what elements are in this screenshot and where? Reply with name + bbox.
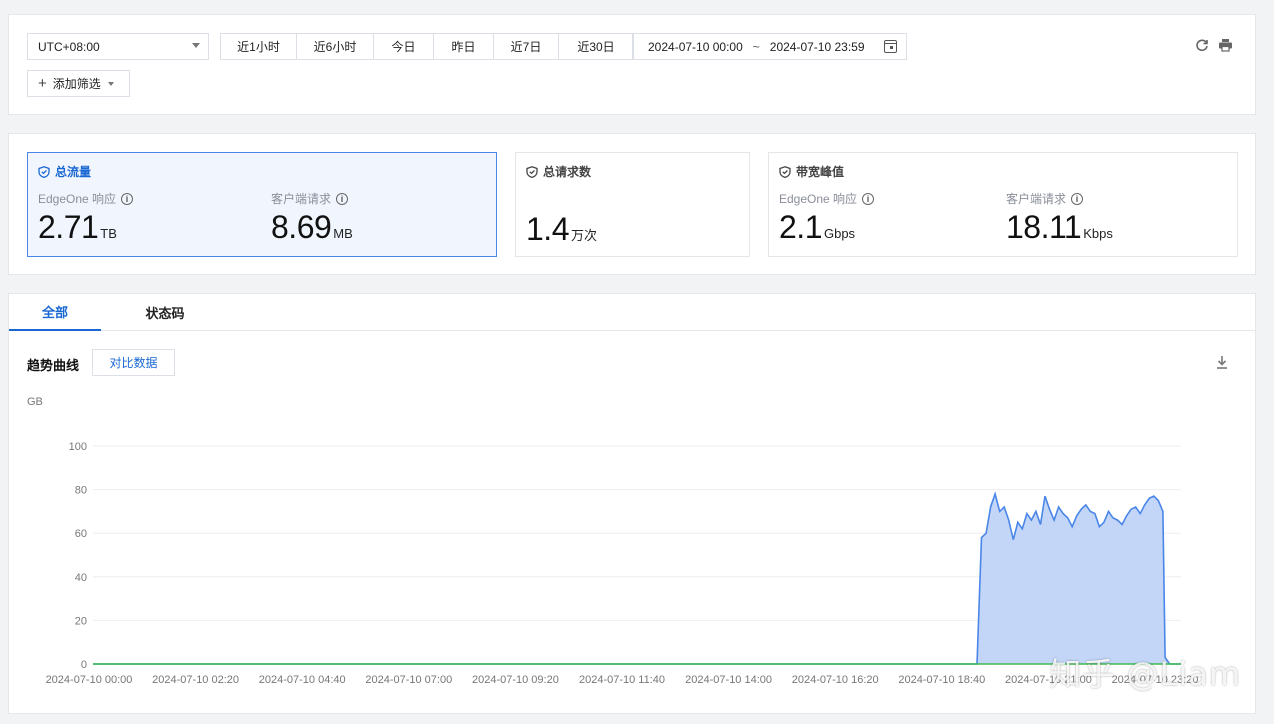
metric-edgeone-response: EdgeOne 响应 i 2.71 TB bbox=[38, 190, 134, 246]
metric-label: 客户端请求 bbox=[271, 192, 332, 206]
x-tick-label: 2024-07-10 07:00 bbox=[365, 674, 452, 686]
metric-card-total-requests[interactable]: 总请求数 1.4 万次 bbox=[515, 152, 750, 257]
metric-client-request: 客户端请求 i 8.69 MB bbox=[271, 190, 353, 246]
timezone-value: UTC+08:00 bbox=[38, 39, 100, 54]
tab-all[interactable]: 全部 bbox=[9, 294, 101, 331]
card-title: 带宽峰值 bbox=[779, 163, 844, 180]
info-icon[interactable]: i bbox=[121, 192, 134, 205]
range-button-30d[interactable]: 近30日 bbox=[559, 34, 633, 59]
y-tick-label: 0 bbox=[81, 659, 87, 671]
metric-value: 18.11 bbox=[1006, 209, 1082, 245]
metric-edgeone-response: EdgeOne 响应 i 2.1 Gbps bbox=[779, 190, 875, 246]
print-icon[interactable] bbox=[1217, 37, 1233, 53]
range-button-6h[interactable]: 近6小时 bbox=[297, 34, 374, 59]
range-button-7d[interactable]: 近7日 bbox=[494, 34, 559, 59]
time-range-group: 近1小时 近6小时 今日 昨日 近7日 近30日 bbox=[220, 33, 634, 60]
series-area-edgeone bbox=[93, 494, 1181, 664]
plus-icon: + bbox=[38, 75, 47, 92]
info-icon[interactable]: i bbox=[336, 192, 349, 205]
x-tick-label: 2024-07-10 16:20 bbox=[792, 674, 879, 686]
metric-card-total-traffic[interactable]: 总流量 EdgeOne 响应 i 2.71 TB 客户端请求 i 8.69 MB bbox=[27, 152, 497, 257]
metric-unit: Kbps bbox=[1083, 226, 1113, 241]
y-tick-label: 40 bbox=[75, 572, 87, 584]
timezone-select[interactable]: UTC+08:00 bbox=[27, 33, 209, 60]
y-tick-label: 20 bbox=[75, 615, 87, 627]
info-icon[interactable]: i bbox=[862, 192, 875, 205]
date-start: 2024-07-10 00:00 bbox=[648, 39, 743, 54]
metric-label: 客户端请求 bbox=[1006, 192, 1067, 206]
trend-title: 趋势曲线 bbox=[27, 358, 80, 373]
y-axis-label: GB bbox=[27, 396, 43, 408]
metric-unit: MB bbox=[333, 226, 353, 241]
card-title-text: 总流量 bbox=[55, 165, 92, 179]
compare-data-button[interactable]: 对比数据 bbox=[92, 349, 175, 376]
y-tick-label: 100 bbox=[69, 441, 87, 453]
metric-total-requests: 1.4 万次 bbox=[526, 209, 597, 248]
card-title: 总流量 bbox=[38, 163, 91, 180]
x-tick-label: 2024-07-10 02:20 bbox=[152, 674, 239, 686]
card-title-text: 总请求数 bbox=[543, 165, 592, 179]
shield-icon bbox=[526, 165, 538, 178]
metric-unit: TB bbox=[100, 226, 117, 241]
metric-unit: 万次 bbox=[570, 228, 597, 243]
x-tick-label: 2024-07-10 00:00 bbox=[46, 674, 133, 686]
watermark: 知乎 @Liam bbox=[1049, 655, 1241, 693]
metric-card-peak-bandwidth[interactable]: 带宽峰值 EdgeOne 响应 i 2.1 Gbps 客户端请求 i 18.11 Kbp… bbox=[768, 152, 1238, 257]
refresh-icon[interactable] bbox=[1194, 37, 1210, 53]
chevron-down-icon bbox=[192, 43, 200, 48]
range-button-today[interactable]: 今日 bbox=[374, 34, 434, 59]
metric-value: 2.71 bbox=[38, 209, 99, 245]
x-tick-label: 2024-07-10 11:40 bbox=[579, 674, 665, 686]
x-tick-label: 2024-07-10 14:00 bbox=[685, 674, 772, 686]
metric-label: EdgeOne 响应 bbox=[779, 192, 858, 206]
metric-client-request: 客户端请求 i 18.11 Kbps bbox=[1006, 190, 1113, 246]
date-separator: ~ bbox=[752, 39, 760, 54]
metrics-panel: 总流量 EdgeOne 响应 i 2.71 TB 客户端请求 i 8.69 MB 总请求… bbox=[8, 133, 1256, 275]
date-range-picker[interactable]: 2024-07-10 00:00 ~ 2024-07-10 23:59 bbox=[632, 33, 907, 60]
shield-icon bbox=[779, 165, 791, 178]
filter-panel: UTC+08:00 近1小时 近6小时 今日 昨日 近7日 近30日 2024-… bbox=[8, 14, 1256, 115]
chart-panel: 全部 状态码 趋势曲线 对比数据 GB 0 20 40 60 80 100 2024-07… bbox=[8, 293, 1256, 714]
card-title-text: 带宽峰值 bbox=[796, 165, 845, 179]
chevron-down-icon bbox=[107, 81, 114, 86]
metric-value: 8.69 bbox=[271, 209, 332, 245]
range-button-1h[interactable]: 近1小时 bbox=[221, 34, 297, 59]
add-filter-button[interactable]: + 添加筛选 bbox=[27, 70, 130, 97]
y-tick-label: 80 bbox=[75, 485, 87, 497]
range-button-yesterday[interactable]: 昨日 bbox=[434, 34, 494, 59]
x-axis: 2024-07-10 00:00 2024-07-10 02:20 2024-07-… bbox=[46, 674, 1199, 686]
download-icon[interactable] bbox=[1215, 354, 1229, 370]
metric-value: 2.1 bbox=[779, 209, 822, 245]
add-filter-label: 添加筛选 bbox=[52, 77, 101, 91]
tab-bar: 全部 状态码 bbox=[9, 294, 1255, 331]
tab-status-code[interactable]: 状态码 bbox=[119, 294, 211, 331]
metric-label: EdgeOne 响应 bbox=[38, 192, 117, 206]
date-end: 2024-07-10 23:59 bbox=[769, 39, 865, 54]
info-icon[interactable]: i bbox=[1071, 192, 1084, 205]
x-tick-label: 2024-07-10 04:40 bbox=[259, 674, 346, 686]
calendar-icon[interactable] bbox=[884, 40, 897, 53]
chart-series bbox=[93, 491, 1181, 665]
x-tick-label: 2024-07-10 18:40 bbox=[898, 674, 985, 686]
card-title: 总请求数 bbox=[526, 163, 591, 180]
shield-icon bbox=[38, 165, 50, 178]
metric-unit: Gbps bbox=[823, 226, 856, 241]
y-tick-label: 60 bbox=[75, 528, 87, 540]
x-tick-label: 2024-07-10 09:20 bbox=[472, 674, 559, 686]
metric-value: 1.4 bbox=[526, 211, 569, 247]
